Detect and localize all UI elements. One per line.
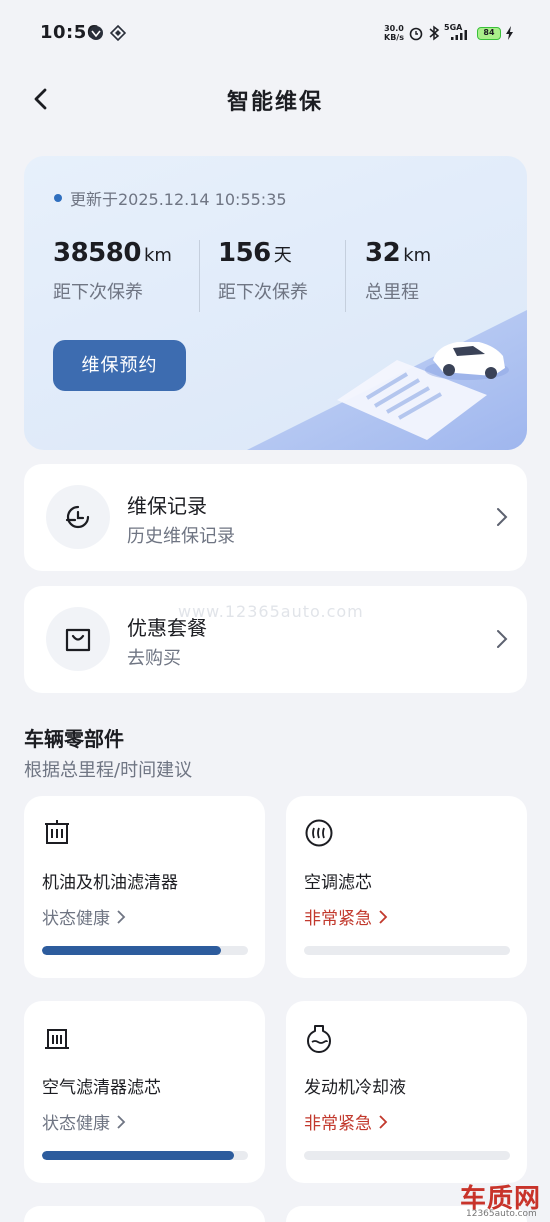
part-card-next[interactable] bbox=[24, 1206, 265, 1222]
progress-fill bbox=[42, 946, 222, 955]
part-name: 空调滤芯 bbox=[304, 873, 372, 893]
app-notification-icon bbox=[89, 26, 103, 40]
book-maintenance-button[interactable]: 维保预约 bbox=[53, 340, 186, 391]
shopping-bag-icon bbox=[65, 628, 91, 652]
part-status[interactable]: 状态健康 bbox=[42, 1109, 126, 1134]
clock-history-icon bbox=[65, 505, 90, 529]
maintenance-records-row[interactable]: 维保记录 历史维保记录 bbox=[24, 464, 527, 571]
maintenance-summary-card: 更新于2025.12.14 10:55:35 38580 km 距下次保养 156… bbox=[24, 156, 527, 450]
section-subtitle: 根据总里程/时间建议 bbox=[24, 760, 193, 781]
chevron-right-icon bbox=[117, 909, 126, 924]
car-document-illustration bbox=[247, 310, 527, 450]
part-card-ac-filter[interactable]: 空调滤芯 非常紧急 bbox=[286, 796, 527, 978]
page-title: 智能维保 bbox=[226, 90, 323, 115]
net-speed-value: 30.0 bbox=[384, 24, 404, 33]
stat-mileage-to-service: 38580 km 距下次保养 bbox=[53, 238, 172, 304]
part-status[interactable]: 非常紧急 bbox=[304, 904, 388, 929]
row-subtitle: 历史维保记录 bbox=[127, 526, 235, 547]
alarm-icon bbox=[409, 27, 423, 41]
chevron-right-icon bbox=[117, 1114, 126, 1129]
stat-label: 距下次保养 bbox=[53, 282, 143, 303]
status-dot bbox=[54, 194, 62, 202]
chevron-right-icon bbox=[497, 508, 508, 526]
net-speed-unit: KB/s bbox=[384, 33, 404, 42]
net-speed: 30.0 KB/s bbox=[384, 24, 404, 42]
ac-filter-icon bbox=[305, 819, 333, 847]
bluetooth-icon bbox=[429, 25, 440, 41]
signal-icon bbox=[451, 30, 467, 40]
row-subtitle: 去购买 bbox=[127, 648, 181, 669]
section-title: 车辆零部件 bbox=[24, 727, 124, 751]
stat-unit: km bbox=[143, 245, 172, 266]
part-status-text: 状态健康 bbox=[42, 909, 110, 929]
part-name: 机油及机油滤清器 bbox=[42, 873, 178, 893]
chevron-right-icon bbox=[379, 909, 388, 924]
part-status-text: 状态健康 bbox=[42, 1114, 110, 1134]
chevron-left-icon bbox=[34, 88, 47, 110]
update-time: 更新于2025.12.14 10:55:35 bbox=[54, 186, 287, 210]
chevron-right-icon bbox=[379, 1114, 388, 1129]
url-watermark: www.12365auto.com bbox=[178, 602, 364, 621]
part-name: 发动机冷却液 bbox=[304, 1078, 406, 1098]
stat-value: 156 bbox=[218, 238, 271, 268]
part-status[interactable]: 状态健康 bbox=[42, 904, 126, 929]
brand-watermark-domain: 12365auto.com bbox=[466, 1209, 537, 1219]
row-icon-wrap bbox=[46, 607, 110, 671]
row-icon-wrap bbox=[46, 485, 110, 549]
part-card-air-filter[interactable]: 空气滤清器滤芯 状态健康 bbox=[24, 1001, 265, 1183]
part-card-oil-filter[interactable]: 机油及机油滤清器 状态健康 bbox=[24, 796, 265, 978]
stat-unit: km bbox=[403, 245, 432, 266]
progress-track bbox=[304, 946, 510, 955]
chevron-right-icon bbox=[497, 630, 508, 648]
part-status[interactable]: 非常紧急 bbox=[304, 1109, 388, 1134]
stat-value: 38580 bbox=[53, 238, 141, 268]
air-filter-icon bbox=[45, 1029, 69, 1049]
part-status-text: 非常紧急 bbox=[304, 1114, 372, 1134]
battery-indicator: 84 bbox=[477, 27, 501, 40]
stat-unit: 天 bbox=[273, 245, 292, 266]
progress-track bbox=[304, 1151, 510, 1160]
diamond-notification-icon bbox=[110, 25, 126, 41]
charging-icon bbox=[506, 26, 513, 40]
progress-track bbox=[42, 946, 248, 955]
coolant-icon bbox=[307, 1025, 331, 1053]
stat-divider bbox=[199, 240, 200, 312]
part-card-coolant[interactable]: 发动机冷却液 非常紧急 bbox=[286, 1001, 527, 1183]
progress-fill bbox=[42, 1151, 234, 1160]
part-status-text: 非常紧急 bbox=[304, 909, 372, 929]
oil-filter-icon bbox=[45, 820, 69, 844]
row-title: 维保记录 bbox=[127, 494, 207, 518]
stat-value: 32 bbox=[365, 238, 401, 268]
part-name: 空气滤清器滤芯 bbox=[42, 1078, 161, 1098]
status-bar: 10:56 30.0 KB/s 5GA 84 bbox=[0, 0, 550, 64]
progress-track bbox=[42, 1151, 248, 1160]
update-time-text: 更新于2025.12.14 10:55:35 bbox=[70, 190, 287, 209]
back-button[interactable] bbox=[26, 84, 56, 114]
